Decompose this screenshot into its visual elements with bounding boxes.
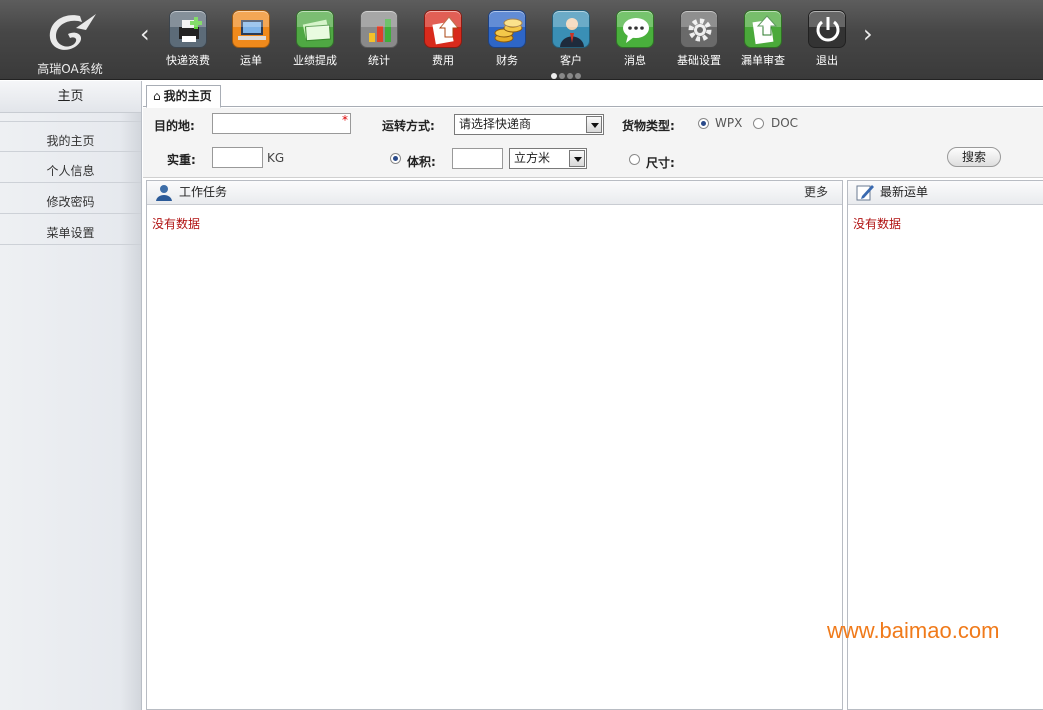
tool-label: 财务 (496, 54, 518, 67)
app-logo: 高瑞OA系统 (30, 6, 110, 76)
toolbar-next-arrow[interactable]: › (863, 20, 873, 48)
toolbar-prev-arrow[interactable]: ‹ (140, 20, 150, 48)
logo-text: 高瑞OA系统 (37, 62, 103, 76)
transport-select-value: 请选择快递商 (459, 117, 532, 131)
cargo-radio-doc[interactable] (753, 118, 764, 129)
gear-icon (680, 10, 718, 48)
tab-bar: ⌂ 我的主页 (143, 81, 1043, 108)
chevron-down-icon (569, 150, 585, 167)
tool-waybill[interactable]: 运单 (221, 10, 281, 72)
tool-messages[interactable]: 消息 (605, 10, 665, 72)
power-icon (808, 10, 846, 48)
required-mark: * (342, 113, 348, 127)
tool-label: 统计 (368, 54, 390, 67)
coins-icon (488, 10, 526, 48)
tab-my-home[interactable]: ⌂ 我的主页 (146, 85, 221, 108)
tool-basic-settings[interactable]: 基础设置 (669, 10, 729, 72)
size-label: 尺寸: (646, 156, 675, 170)
volume-radio[interactable] (390, 153, 401, 164)
logo-swirl-icon (49, 14, 96, 50)
page-dot[interactable] (551, 73, 557, 79)
tool-label: 消息 (624, 54, 646, 67)
volume-input[interactable] (452, 148, 503, 169)
more-link[interactable]: 更多 (804, 181, 828, 204)
volume-unit-select[interactable]: 立方米 (509, 148, 587, 169)
search-button[interactable]: 搜索 (947, 147, 1001, 167)
cargo-radio-wpx[interactable] (698, 118, 709, 129)
cargo-option-doc: DOC (771, 116, 799, 130)
sidebar-item-menu-settings[interactable]: 菜单设置 (0, 214, 141, 245)
work-tasks-panel: 工作任务 更多 没有数据 (146, 180, 843, 710)
tool-missed-order-review[interactable]: 漏单审查 (733, 10, 793, 72)
sidebar-item-my-home[interactable]: 我的主页 (0, 121, 141, 152)
sidebar-header[interactable]: 主页 (0, 81, 141, 113)
toolbar-page-dots (551, 68, 583, 82)
latest-waybills-title: 最新运单 (880, 185, 929, 199)
search-form: 目的地: * 运转方式: 请选择快递商 货物类型: WPX DOC 实重: KG… (143, 108, 1043, 178)
transport-label: 运转方式: (382, 119, 435, 133)
edit-document-icon (856, 184, 874, 201)
tool-label: 退出 (816, 54, 838, 67)
destination-input[interactable] (212, 113, 351, 134)
sidebar: 主页 我的主页 个人信息 修改密码 菜单设置 (0, 81, 142, 710)
tool-label: 快递资费 (166, 54, 210, 67)
tool-label: 漏单审查 (741, 54, 785, 67)
sidebar-item-change-password[interactable]: 修改密码 (0, 183, 141, 214)
destination-label: 目的地: (154, 119, 195, 133)
no-data-text: 没有数据 (853, 217, 902, 231)
laptop-icon (232, 10, 270, 48)
page-dot[interactable] (567, 73, 573, 79)
tool-label: 费用 (432, 54, 454, 67)
tool-label: 业绩提成 (293, 54, 337, 67)
tool-logout[interactable]: 退出 (797, 10, 857, 72)
user-icon (552, 10, 590, 48)
volume-unit-value: 立方米 (514, 151, 551, 165)
tool-commission[interactable]: 业绩提成 (285, 10, 345, 72)
cargo-type-label: 货物类型: (622, 119, 675, 133)
tab-label: 我的主页 (163, 89, 212, 103)
tool-express-rates[interactable]: 快递资费 (158, 10, 218, 72)
weight-label: 实重: (167, 153, 196, 167)
home-icon: ⌂ (153, 89, 161, 103)
weight-input[interactable] (212, 147, 263, 168)
watermark: www.baimao.com (827, 618, 1000, 643)
main-content: ⌂ 我的主页 目的地: * 运转方式: 请选择快递商 货物类型: WPX DOC … (143, 81, 1043, 710)
tool-label: 客户 (560, 54, 582, 67)
tool-finance[interactable]: 财务 (477, 10, 537, 72)
bar-chart-icon (360, 10, 398, 48)
no-data-text: 没有数据 (152, 217, 201, 231)
page-dot[interactable] (559, 73, 565, 79)
chevron-down-icon (586, 116, 602, 133)
chat-icon (616, 10, 654, 48)
money-icon (296, 10, 334, 48)
tool-statistics[interactable]: 统计 (349, 10, 409, 72)
user-icon (155, 184, 173, 201)
weight-unit: KG (267, 151, 285, 165)
work-tasks-header: 工作任务 更多 (147, 181, 842, 205)
volume-label: 体积: (407, 155, 436, 169)
tool-label: 基础设置 (677, 54, 721, 67)
page-dot[interactable] (575, 73, 581, 79)
size-radio[interactable] (629, 154, 640, 165)
latest-waybills-header: 最新运单 (848, 181, 1043, 205)
printer-icon (169, 10, 207, 48)
upload-arrow-icon (424, 10, 462, 48)
tool-expenses[interactable]: 费用 (413, 10, 473, 72)
tool-customers[interactable]: 客户 (541, 10, 601, 72)
transport-select[interactable]: 请选择快递商 (454, 114, 604, 135)
sidebar-item-personal-info[interactable]: 个人信息 (0, 152, 141, 183)
document-check-icon (744, 10, 782, 48)
cargo-option-wpx: WPX (715, 116, 743, 130)
top-toolbar: 高瑞OA系统 ‹ 快递资费 运单 业绩提成 统计 费用 财务 客户 消息 基础设… (0, 0, 1043, 80)
tool-label: 运单 (240, 54, 262, 67)
work-tasks-title: 工作任务 (179, 185, 228, 199)
